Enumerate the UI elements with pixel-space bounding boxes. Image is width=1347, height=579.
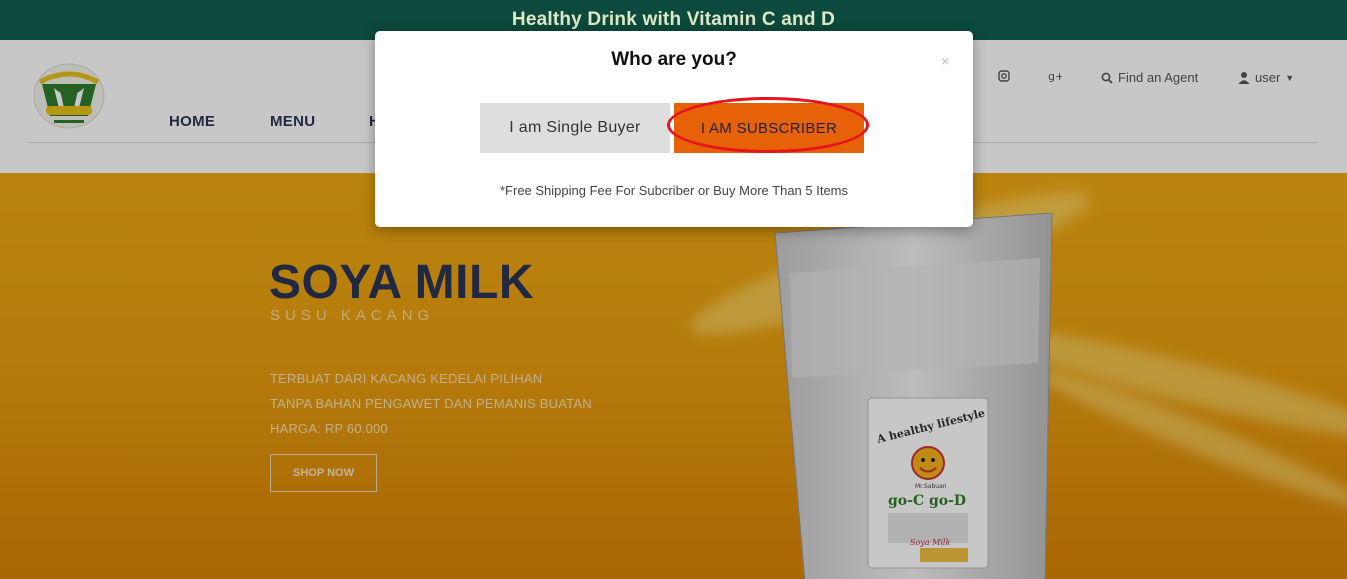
close-icon[interactable]: × [941,53,949,69]
customer-type-modal: Who are you? × I am Single Buyer I AM SU… [375,31,973,227]
modal-title: Who are you? [611,49,737,70]
single-buyer-button[interactable]: I am Single Buyer [480,103,670,153]
highlight-ring [667,97,869,153]
banner-tagline: Healthy Drink with Vitamin C and D [511,9,836,30]
shipping-note: *Free Shipping Fee For Subcriber or Buy … [499,183,849,198]
